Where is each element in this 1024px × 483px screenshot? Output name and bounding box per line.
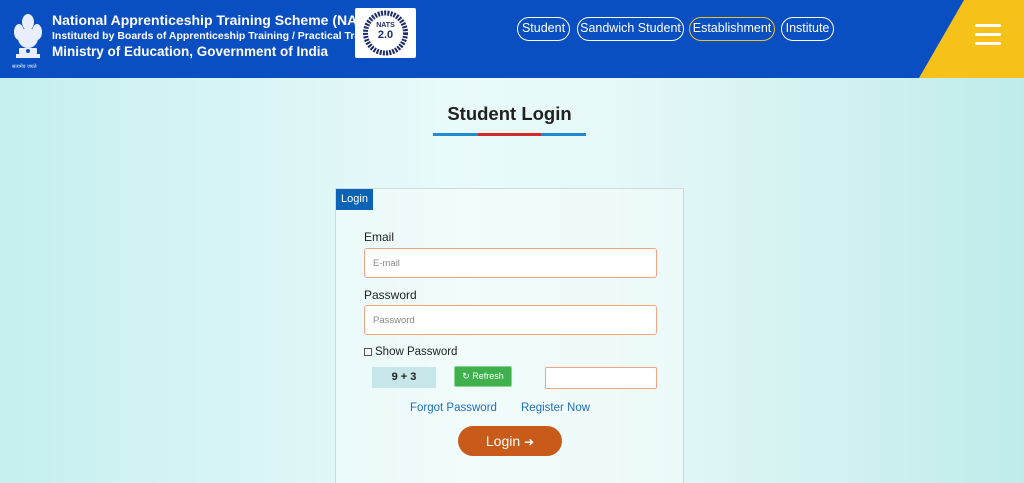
site-header: सत्यमेव जयते National Apprenticeship Tra… (0, 0, 1024, 78)
nav-institute[interactable]: Institute (781, 17, 834, 41)
national-emblem-icon (14, 14, 42, 58)
email-label: Email (364, 230, 395, 244)
nav-student[interactable]: Student (517, 17, 570, 41)
nats-logo[interactable]: NATS 2.0 (355, 8, 416, 58)
menu-icon[interactable] (975, 24, 1001, 46)
sign-in-icon: ➜ (524, 435, 535, 449)
login-button[interactable]: Login ➜ (458, 426, 562, 456)
email-field[interactable] (364, 248, 657, 278)
nav-establishment[interactable]: Establishment (689, 17, 775, 41)
site-title-block: National Apprenticeship Training Scheme … (52, 12, 385, 59)
login-panel-tab: Login (336, 189, 373, 210)
show-password-checkbox[interactable] (364, 348, 372, 356)
site-title: National Apprenticeship Training Scheme … (52, 12, 379, 28)
captcha-input[interactable] (545, 367, 657, 389)
show-password-label: Show Password (375, 346, 458, 358)
login-button-label: Login (485, 433, 521, 449)
refresh-label: Refresh (472, 371, 504, 381)
page-title: Student Login (447, 103, 572, 124)
login-panel: Login Email Password Show Password 9 + 3… (335, 188, 684, 483)
title-underline (433, 133, 586, 136)
password-label: Password (364, 288, 417, 302)
register-now-link[interactable]: Register Now (521, 402, 590, 414)
site-subtitle: Instituted by Boards of Apprenticeship T… (52, 30, 386, 42)
forgot-password-link[interactable]: Forgot Password (410, 402, 497, 414)
nav-sandwich-student[interactable]: Sandwich Student (577, 17, 684, 41)
password-field[interactable] (364, 305, 657, 335)
show-password-toggle[interactable]: Show Password (364, 346, 457, 358)
emblem-caption: सत्यमेव जयते (12, 64, 37, 70)
nats-logo-version: 2.0 (377, 29, 394, 41)
refresh-icon: ↻ (462, 371, 470, 381)
nats-logo-text: NATS (376, 22, 395, 29)
captcha-display: 9 + 3 (372, 367, 436, 388)
refresh-captcha-button[interactable]: ↻ Refresh (454, 366, 512, 387)
ministry-title: Ministry of Education, Government of Ind… (52, 44, 329, 59)
corner-accent (919, 0, 1024, 78)
